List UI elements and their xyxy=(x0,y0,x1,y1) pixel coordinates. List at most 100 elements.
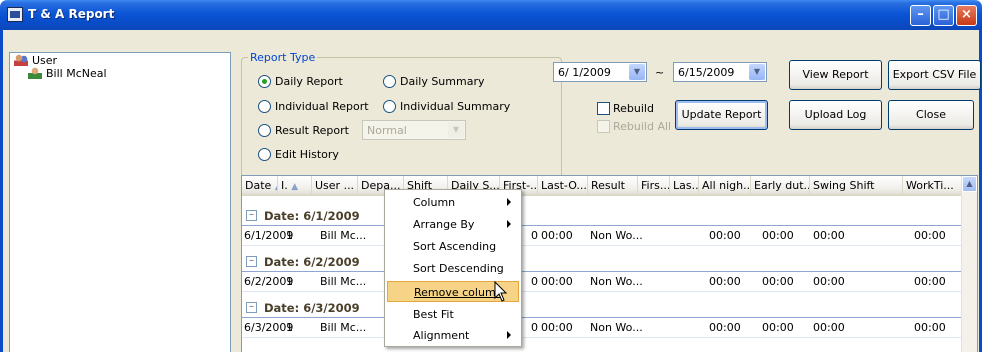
column-header-early-duty[interactable]: Early dut... xyxy=(751,176,810,196)
menu-item-label: Column xyxy=(413,196,456,209)
radio-individual-summary[interactable]: Individual Summary xyxy=(383,100,510,113)
users-group-icon xyxy=(14,54,28,66)
header-text: Las... xyxy=(673,179,699,192)
user-tree[interactable]: User Bill McNeal xyxy=(9,52,231,352)
title-bar[interactable]: T & A Report – □ × xyxy=(0,0,982,30)
cell-early: 00:00 xyxy=(762,275,794,288)
radio-result-report[interactable]: Result Report xyxy=(258,124,349,137)
menu-item-label: Sort Descending xyxy=(413,262,504,275)
cell-id: 1 xyxy=(286,275,293,288)
header-text: All nigh... xyxy=(702,179,751,192)
column-header-last[interactable]: Last-O... xyxy=(538,176,588,196)
maximize-button[interactable]: □ xyxy=(933,5,954,26)
chevron-down-icon: ▼ xyxy=(629,64,645,80)
collapse-icon[interactable]: – xyxy=(246,210,257,221)
minimize-button[interactable]: – xyxy=(910,5,931,26)
cell-result: Non Wo... xyxy=(590,229,643,242)
column-header-id[interactable]: I. ▲ xyxy=(278,176,312,196)
menu-item-best-fit[interactable]: Best Fit xyxy=(387,304,519,325)
menu-item-label: Best Fit xyxy=(413,308,454,321)
column-header-worktime[interactable]: WorkTi... xyxy=(903,176,964,196)
radio-label: Result Report xyxy=(275,124,349,137)
date-to-value: 6/15/2009 xyxy=(678,66,735,79)
cell-swing: 00:00 xyxy=(813,275,845,288)
radio-daily-summary[interactable]: Daily Summary xyxy=(383,75,485,88)
header-text: Early dut... xyxy=(754,179,810,192)
header-text: Last-O... xyxy=(541,179,587,192)
menu-item-sort-descending[interactable]: Sort Descending xyxy=(387,258,519,279)
menu-item-label: Remove column xyxy=(414,286,503,299)
menu-item-column[interactable]: Column xyxy=(387,192,519,213)
menu-item-label: Alignment xyxy=(413,329,470,342)
group-row[interactable]: – Date: 6/1/2009 xyxy=(242,206,962,226)
tree-item-bill-mcneal[interactable]: Bill McNeal xyxy=(28,67,107,80)
tree-root-label: User xyxy=(32,54,58,67)
grid-header: Date ▲ I. ▲ User ... Depa... Shift Daily… xyxy=(242,176,964,196)
collapse-icon[interactable]: – xyxy=(246,302,257,313)
cell-first: 0 xyxy=(531,229,538,242)
group-row[interactable]: – Date: 6/2/2009 xyxy=(242,252,962,272)
submenu-arrow-icon xyxy=(507,220,511,228)
radio-label: Individual Summary xyxy=(400,100,511,113)
cell-user: Bill Mc... xyxy=(320,229,367,242)
report-type-label: Report Type xyxy=(248,51,318,64)
radio-individual-report[interactable]: Individual Report xyxy=(258,100,369,113)
chevron-down-icon: ▼ xyxy=(749,64,765,80)
cell-work: 00:00 xyxy=(914,229,946,242)
header-text: Firs... xyxy=(641,179,670,192)
report-grid[interactable]: Date ▲ I. ▲ User ... Depa... Shift Daily… xyxy=(241,175,978,352)
date-to-picker[interactable]: 6/15/2009 ▼ xyxy=(673,62,767,82)
table-row[interactable]: 6/3/2009 1 Bill Mc... 0 00:00 Non Wo... … xyxy=(242,318,962,338)
cell-all-night: 00:00 xyxy=(709,321,741,334)
rebuild-all-checkbox[interactable]: Rebuild All xyxy=(597,120,671,133)
radio-dot xyxy=(383,100,396,113)
tree-child-label: Bill McNeal xyxy=(46,67,107,80)
menu-item-sort-ascending[interactable]: Sort Ascending xyxy=(387,236,519,257)
cell-work: 00:00 xyxy=(914,275,946,288)
radio-daily-report[interactable]: Daily Report xyxy=(258,75,343,88)
radio-edit-history[interactable]: Edit History xyxy=(258,148,339,161)
menu-item-label: Sort Ascending xyxy=(413,240,497,253)
table-row[interactable]: 6/1/2009 1 Bill Mc... 0 00:00 Non Wo... … xyxy=(242,226,962,246)
close-button[interactable]: Close xyxy=(888,100,974,130)
column-header-date[interactable]: Date ▲ xyxy=(242,176,278,196)
collapse-icon[interactable]: – xyxy=(246,256,257,267)
column-header-result[interactable]: Result xyxy=(588,176,638,196)
column-header-user[interactable]: User ... xyxy=(312,176,358,196)
cell-work: 00:00 xyxy=(914,321,946,334)
arrow-cursor-icon xyxy=(494,281,508,302)
result-type-combo[interactable]: Normal ▼ xyxy=(362,120,466,140)
result-type-value: Normal xyxy=(367,124,407,137)
rebuild-all-label: Rebuild All xyxy=(613,120,672,133)
update-report-button[interactable]: Update Report xyxy=(675,100,768,130)
radio-dot xyxy=(258,148,271,161)
date-from-picker[interactable]: 6/ 1/2009 ▼ xyxy=(553,62,647,82)
export-csv-button[interactable]: Export CSV File xyxy=(888,60,981,90)
tree-root-user[interactable]: User xyxy=(14,54,57,67)
group-header-text: Date: 6/2/2009 xyxy=(264,255,360,269)
menu-item-alignment[interactable]: Alignment xyxy=(387,325,519,346)
column-context-menu: Column Arrange By Sort Ascending Sort De… xyxy=(384,189,522,347)
menu-item-arrange-by[interactable]: Arrange By xyxy=(387,214,519,235)
group-header-text: Date: 6/1/2009 xyxy=(264,209,360,223)
header-text: I. xyxy=(281,179,288,192)
vertical-scrollbar[interactable]: ▲ xyxy=(961,176,977,352)
sort-up-icon: ▲ xyxy=(291,182,299,192)
rebuild-checkbox[interactable]: Rebuild xyxy=(597,102,654,115)
header-text: User ... xyxy=(315,179,355,192)
cell-last: 00:00 xyxy=(541,229,573,242)
table-row[interactable]: 6/2/2009 1 Bill Mc... 0 00:00 Non Wo... … xyxy=(242,272,962,292)
column-header-firs[interactable]: Firs... xyxy=(638,176,670,196)
user-icon xyxy=(28,67,42,79)
radio-label: Edit History xyxy=(275,148,339,161)
upload-log-button[interactable]: Upload Log xyxy=(789,100,882,130)
close-window-button[interactable]: × xyxy=(956,5,977,26)
group-row[interactable]: – Date: 6/3/2009 xyxy=(242,298,962,318)
scroll-up-icon[interactable]: ▲ xyxy=(962,176,977,192)
column-header-las[interactable]: Las... xyxy=(670,176,699,196)
column-header-all-night[interactable]: All nigh... xyxy=(699,176,751,196)
view-report-button[interactable]: View Report xyxy=(789,60,882,90)
column-header-swing-shift[interactable]: Swing Shift xyxy=(810,176,903,196)
header-text: Date xyxy=(245,179,272,192)
radio-dot xyxy=(258,124,271,137)
